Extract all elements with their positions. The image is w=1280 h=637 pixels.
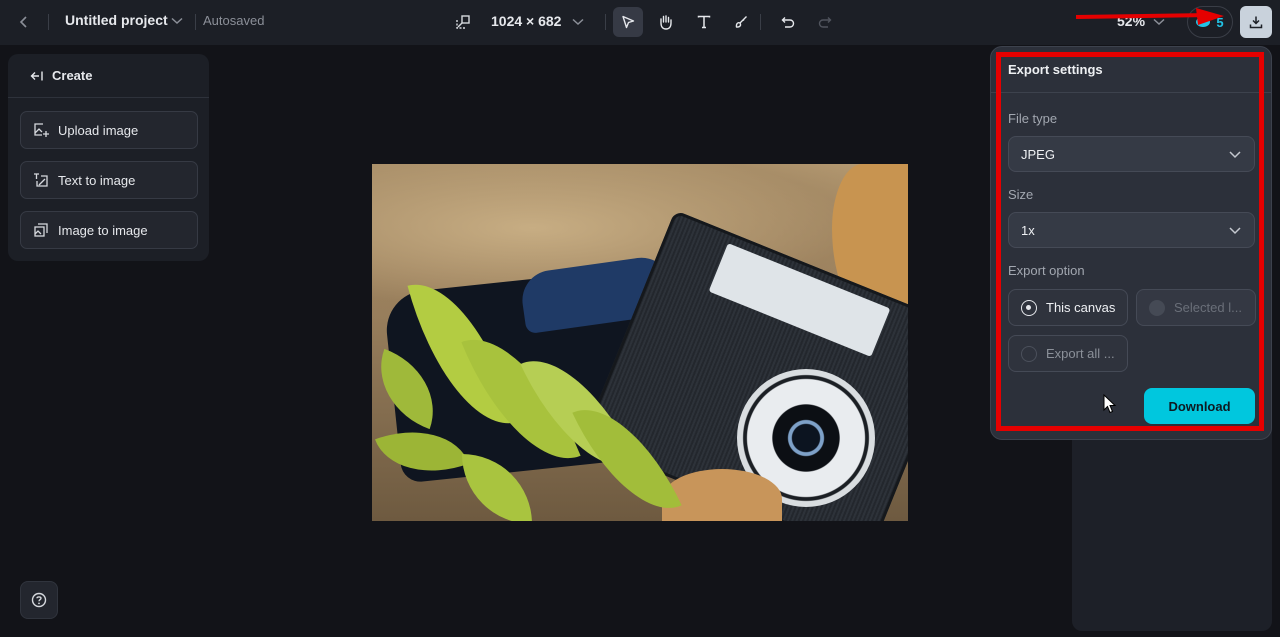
divider [605,14,606,30]
create-panel-header[interactable]: Create [8,54,209,98]
text-icon [697,15,711,29]
zoom-dropdown[interactable] [1152,15,1166,29]
download-button[interactable]: Download [1144,388,1255,424]
text-tool[interactable] [689,7,719,37]
size-select[interactable]: 1x [1008,212,1255,248]
mouse-cursor-icon [1103,394,1117,414]
export-settings-popover: Export settings File type JPEG Size 1x E… [990,46,1272,440]
radio-unselected[interactable] [1021,345,1037,362]
properties-panel [1072,420,1272,631]
option-label: Export all ... [1046,346,1115,361]
text-to-image-icon [34,173,48,187]
file-type-value: JPEG [1021,146,1055,162]
divider [48,14,49,30]
collapse-left-icon [30,71,43,80]
upload-image-button[interactable]: Upload image [20,111,198,149]
chevron-down-icon [572,18,584,26]
credits-count: 5 [1216,14,1224,30]
undo-icon [781,16,795,28]
resize-canvas-button[interactable] [454,13,472,31]
file-type-select[interactable]: JPEG [1008,136,1255,172]
photo-dry-leaf [662,469,782,521]
redo-button[interactable] [810,7,840,37]
help-button[interactable] [20,581,58,619]
size-label: Size [1008,187,1034,202]
create-panel-title: Create [52,68,93,83]
radio-disabled[interactable] [1149,299,1165,316]
text-to-image-label: Text to image [58,172,136,188]
undo-button[interactable] [773,7,803,37]
hand-icon [659,15,672,30]
zoom-level[interactable]: 52% [1117,13,1145,29]
download-icon [1249,16,1263,29]
divider [760,14,761,30]
text-to-image-button[interactable]: Text to image [20,161,198,199]
size-value: 1x [1021,222,1035,238]
back-button[interactable] [14,11,34,33]
divider [991,92,1271,93]
create-panel: Create Upload image Text to image Image … [8,54,209,261]
chevron-down-icon [1229,151,1241,159]
chevron-down-icon [1229,227,1241,235]
export-option-selected-layers[interactable]: Selected l... [1136,289,1256,326]
radio-selected[interactable] [1021,299,1037,316]
credits-badge[interactable]: 5 [1187,6,1233,38]
brush-tool[interactable] [726,7,756,37]
canvas-dimensions[interactable]: 1024 × 682 [491,13,561,29]
image-to-image-icon [34,223,48,237]
export-settings-title: Export settings [1008,62,1103,77]
redo-icon [818,16,832,28]
credits-icon [1196,17,1211,27]
chevron-left-icon [19,16,27,28]
file-type-label: File type [1008,111,1058,126]
autosave-status: Autosaved [203,13,265,28]
resize-icon [456,15,470,29]
chevron-down-icon [171,17,183,25]
export-button[interactable] [1240,6,1272,38]
image-to-image-label: Image to image [58,222,148,238]
canvas-image[interactable] [372,164,908,521]
brush-icon [735,16,747,28]
image-to-image-button[interactable]: Image to image [20,211,198,249]
export-option-label: Export option [1008,263,1085,278]
upload-image-icon [34,123,49,137]
option-label: Selected l... [1174,300,1242,315]
upload-image-label: Upload image [58,122,139,138]
chevron-down-icon [1153,18,1165,26]
option-label: This canvas [1046,300,1116,315]
export-option-export-all[interactable]: Export all ... [1008,335,1128,372]
project-title[interactable]: Untitled project [65,12,168,28]
export-option-this-canvas[interactable]: This canvas [1008,289,1128,326]
hand-tool[interactable] [650,7,680,37]
select-tool[interactable] [613,7,643,37]
cursor-arrow-icon [622,15,635,29]
help-circle-icon [31,592,47,608]
dimensions-dropdown[interactable] [571,15,585,29]
top-bar: Untitled project Autosaved 1024 × 682 52… [0,0,1280,45]
project-menu-button[interactable] [170,14,184,28]
divider [195,14,196,30]
